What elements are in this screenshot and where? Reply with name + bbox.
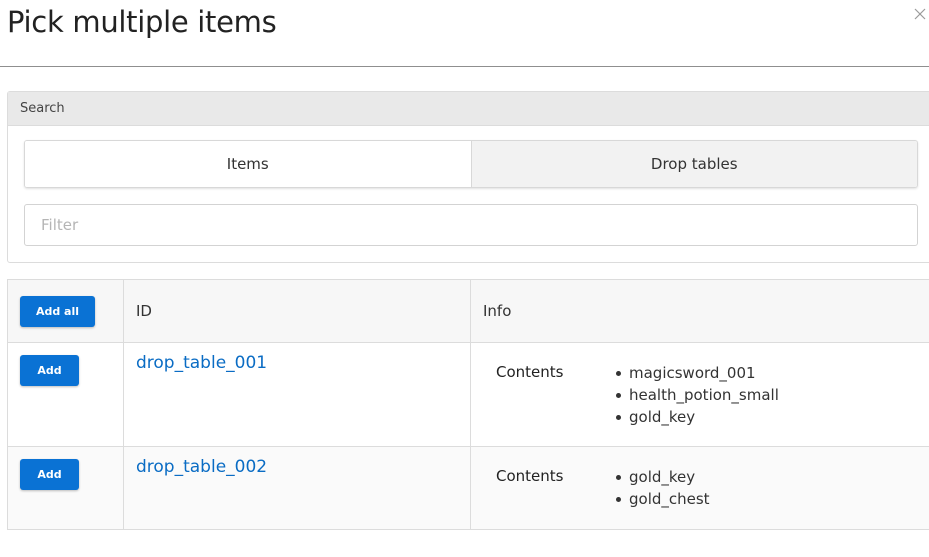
info-content: Contents magicsword_001 health_potion_sm… bbox=[496, 362, 929, 428]
close-icon[interactable] bbox=[912, 6, 928, 22]
contents-list-item: gold_key bbox=[614, 406, 779, 428]
contents-list: gold_key gold_chest bbox=[614, 466, 710, 510]
row-action-cell: Add bbox=[7, 342, 124, 447]
add-all-button[interactable]: Add all bbox=[20, 295, 95, 327]
contents-list-item: gold_chest bbox=[614, 488, 710, 510]
contents-label: Contents bbox=[496, 467, 564, 485]
row-action-cell: Add bbox=[7, 446, 124, 530]
tab-drop-tables[interactable]: Drop tables bbox=[470, 141, 917, 187]
add-button[interactable]: Add bbox=[20, 459, 79, 490]
contents-list: magicsword_001 health_potion_small gold_… bbox=[614, 362, 779, 428]
info-content: Contents gold_key gold_chest bbox=[496, 466, 929, 510]
drop-table-id-link[interactable]: drop_table_001 bbox=[136, 353, 267, 373]
search-panel: Search Items Drop tables bbox=[7, 91, 929, 263]
contents-list-item: gold_key bbox=[614, 466, 710, 488]
contents-list-item: magicsword_001 bbox=[614, 362, 779, 384]
tab-items[interactable]: Items bbox=[25, 141, 471, 187]
action-column-header: Add all bbox=[7, 279, 124, 343]
row-info-cell: Contents magicsword_001 health_potion_sm… bbox=[470, 342, 929, 447]
modal-title: Pick multiple items bbox=[7, 5, 277, 39]
row-info-cell: Contents gold_key gold_chest bbox=[470, 446, 929, 530]
pick-items-modal: Pick multiple items Search Items Drop ta… bbox=[0, 0, 929, 557]
contents-label: Contents bbox=[496, 363, 564, 381]
search-tabs: Items Drop tables bbox=[24, 140, 918, 188]
table-header-row: Add all ID Info bbox=[7, 279, 929, 343]
row-id-cell: drop_table_001 bbox=[123, 342, 471, 447]
contents-list-item: health_potion_small bbox=[614, 384, 779, 406]
filter-input[interactable] bbox=[24, 204, 918, 246]
add-button[interactable]: Add bbox=[20, 355, 79, 386]
header-divider bbox=[0, 66, 929, 67]
info-column-header: Info bbox=[470, 279, 929, 343]
table-row: Add drop_table_001 Contents magicsword_0… bbox=[7, 342, 929, 447]
close-icon-glyph bbox=[914, 8, 926, 20]
drop-table-id-link[interactable]: drop_table_002 bbox=[136, 457, 267, 477]
id-column-header: ID bbox=[123, 279, 471, 343]
table-row: Add drop_table_002 Contents gold_key gol… bbox=[7, 446, 929, 530]
row-id-cell: drop_table_002 bbox=[123, 446, 471, 530]
results-table: Add all ID Info Add drop_table_001 Conte… bbox=[7, 279, 929, 530]
search-panel-header: Search bbox=[8, 92, 929, 126]
